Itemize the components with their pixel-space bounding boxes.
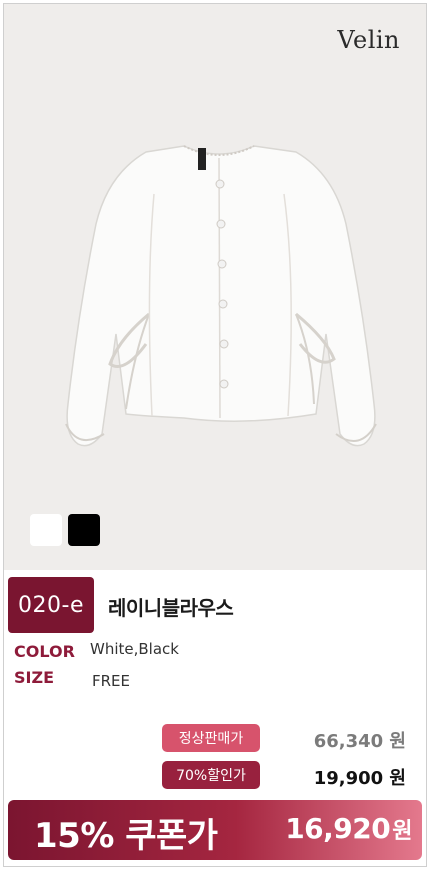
product-card: Velin 020-e 레이니블라우스 COLOR White,Black SI…: [3, 3, 427, 867]
color-label: COLOR: [14, 642, 75, 661]
color-swatch-black[interactable]: [68, 514, 100, 546]
sale-price-badge: 70%할인가: [162, 761, 260, 789]
product-title: 레이니블라우스: [108, 596, 234, 620]
size-value: FREE: [92, 672, 131, 690]
color-swatch-white[interactable]: [30, 514, 62, 546]
sale-price: 19,900 원: [313, 768, 406, 789]
coupon-label: 15% 쿠폰가: [34, 816, 218, 856]
product-code-badge: 020-e: [8, 577, 94, 633]
size-label: SIZE: [14, 668, 55, 687]
blouse-image: [65, 145, 377, 447]
coupon-price-unit: 원: [392, 819, 412, 844]
product-photo[interactable]: Velin: [4, 4, 426, 570]
color-value: White,Black: [90, 640, 179, 658]
regular-price: 66,340 원: [313, 731, 406, 752]
coupon-price-amount: 16,920: [285, 812, 391, 845]
coupon-price: 16,920원: [285, 812, 412, 845]
coupon-price-banner[interactable]: 15% 쿠폰가 16,920원: [8, 800, 422, 860]
brand-logo: Velin: [337, 26, 400, 54]
regular-price-badge: 정상판매가: [162, 724, 260, 752]
